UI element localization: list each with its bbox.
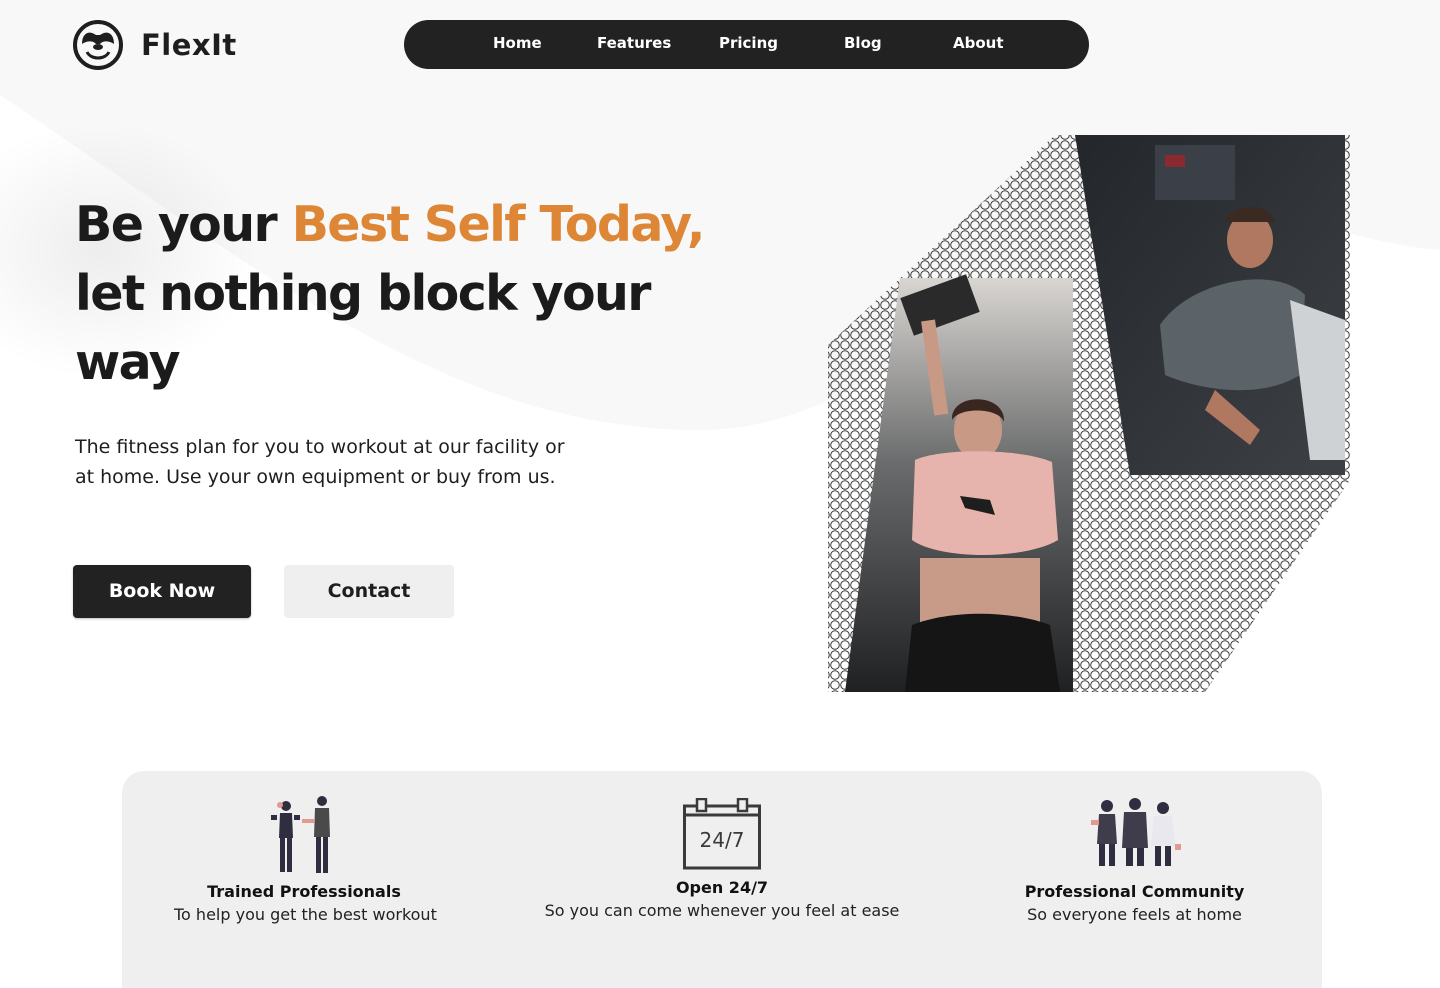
contact-button[interactable]: Contact <box>284 565 454 618</box>
feature-description: So everyone feels at home <box>1027 905 1242 924</box>
calendar-icon: 24/7 <box>683 798 761 870</box>
calendar-icon-text: 24/7 <box>699 828 745 852</box>
headline-accent: Best Self Today, <box>291 196 706 253</box>
headline-text-2: let nothing block your way <box>75 265 651 391</box>
hero-collage <box>828 135 1350 692</box>
hero-subtext: The fitness plan for you to workout at o… <box>75 436 565 488</box>
main-nav: Home Features Pricing Blog About <box>404 20 1089 69</box>
trainers-illustration-icon <box>271 796 330 873</box>
feature-professional-community: Professional Community So everyone feels… <box>1002 771 1267 924</box>
feature-trained-professionals: Trained Professionals To help you get th… <box>174 771 437 924</box>
feature-description: To help you get the best workout <box>174 905 437 924</box>
feature-title: Professional Community <box>1024 882 1245 901</box>
book-now-button[interactable]: Book Now <box>73 565 251 618</box>
brand-name: FlexIt <box>141 28 237 62</box>
headline-text: Be your <box>75 196 292 253</box>
nav-blog[interactable]: Blog <box>844 20 882 69</box>
features-panel: Trained Professionals To help you get th… <box>122 771 1322 988</box>
feature-open-24-7: 24/7 Open 24/7 So you can come whenever … <box>542 771 902 920</box>
feature-description: So you can come whenever you feel at eas… <box>544 901 900 920</box>
nav-features[interactable]: Features <box>597 20 671 69</box>
nav-about[interactable]: About <box>953 20 1004 69</box>
hero-headline: Be your Best Self Today, let nothing bloc… <box>75 190 715 397</box>
nav-home[interactable]: Home <box>493 20 542 69</box>
feature-title: Open 24/7 <box>675 878 769 897</box>
feature-title: Trained Professionals <box>207 882 401 901</box>
nav-pricing[interactable]: Pricing <box>719 20 778 69</box>
community-people-icon <box>1090 798 1181 866</box>
brand-logo[interactable]: FlexIt <box>73 20 237 70</box>
panda-face-icon <box>73 20 123 70</box>
